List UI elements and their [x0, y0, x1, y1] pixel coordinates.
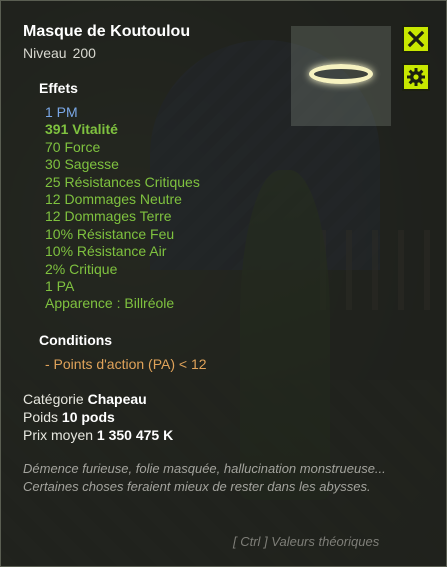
item-description: Démence furieuse, folie masquée, halluci…: [23, 461, 386, 494]
effects-heading: Effets: [39, 80, 78, 96]
price-value: 1 350 475 K: [96, 427, 174, 443]
effect-line: 70 Force: [45, 138, 101, 155]
effect-line: 1 PA: [45, 277, 75, 294]
conditions-heading: Conditions: [39, 332, 113, 348]
effect-line: Apparence : Billréole: [45, 295, 175, 312]
item-preview: [291, 26, 391, 126]
effect-line: 391 Vitalité: [45, 121, 118, 138]
level-value: 200: [72, 45, 96, 61]
effect-line: 10% Résistance Air: [45, 243, 167, 260]
item-name: Masque de Koutoulou: [23, 23, 191, 40]
settings-button[interactable]: [402, 63, 430, 91]
weight-value: 10 pods: [61, 409, 115, 425]
close-icon: [407, 30, 425, 48]
effect-line: 10% Résistance Feu: [45, 225, 175, 242]
effect-line: 12 Dommages Terre: [45, 208, 172, 225]
item-tooltip: Masque de Koutoulou Niveau 200 Effets 1 …: [0, 0, 447, 567]
category-row: Catégorie Chapeau: [23, 391, 147, 407]
price-label: Prix moyen: [23, 427, 94, 443]
condition-item: - Points d'action (PA) < 12: [45, 356, 207, 372]
effect-line: 2% Critique: [45, 260, 118, 277]
effects-list: 1 PM 391 Vitalité 70 Force 30 Sagesse 25 Rés…: [45, 104, 200, 313]
item-level: Niveau 200: [23, 45, 102, 61]
price-row: Prix moyen 1 350 475 K: [23, 427, 173, 443]
level-label: Niveau: [23, 45, 67, 61]
footer-hint: [ Ctrl ] Valeurs théoriques: [233, 534, 380, 549]
effect-line: 30 Sagesse: [45, 156, 119, 173]
category-value: Chapeau: [87, 391, 147, 407]
effect-line: 1 PM: [45, 104, 78, 120]
weight-label: Poids: [23, 409, 59, 425]
effect-line: 12 Dommages Neutre: [45, 190, 182, 207]
effect-line: 25 Résistances Critiques: [45, 173, 200, 190]
close-button[interactable]: [402, 25, 430, 53]
halo-image: [309, 64, 373, 84]
gear-icon: [407, 68, 425, 86]
weight-row: Poids 10 pods: [23, 409, 115, 425]
category-label: Catégorie: [23, 391, 84, 407]
